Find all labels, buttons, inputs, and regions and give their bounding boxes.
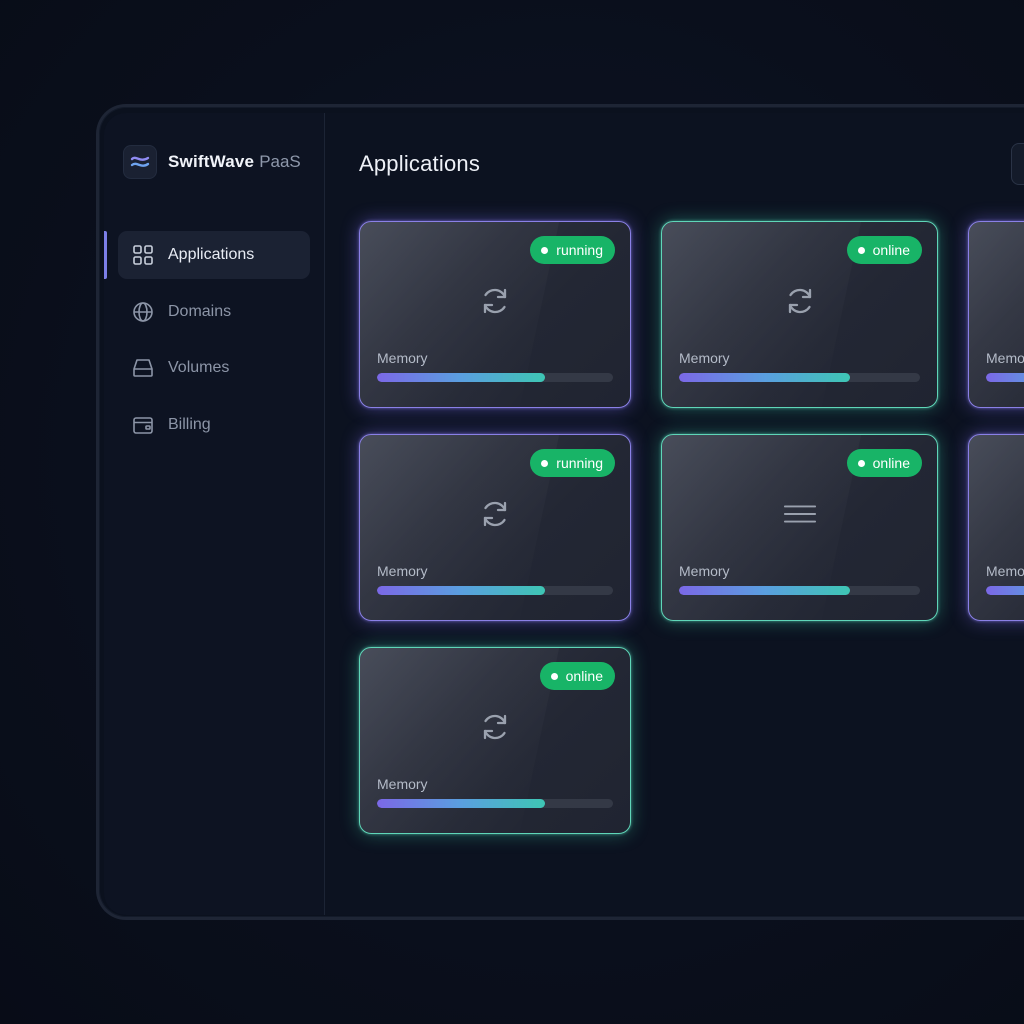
app-window: SwiftWave PaaS Applications Domains Volu…	[104, 113, 1024, 915]
memory-progress-bar	[679, 586, 920, 595]
memory-progress-bar	[679, 373, 920, 382]
globe-icon	[131, 300, 155, 324]
status-dot	[857, 246, 865, 254]
memory-progress-fill	[986, 373, 1024, 382]
grid-icon	[131, 243, 155, 267]
status-text: online	[872, 242, 910, 258]
refresh-icon	[783, 284, 817, 318]
memory-progress-fill	[679, 373, 851, 382]
sidebar-item-applications[interactable]: Applications	[118, 231, 310, 279]
refresh-icon	[478, 497, 512, 531]
memory-label: Memory	[377, 350, 428, 366]
app-card[interactable]: online Memory	[359, 647, 631, 834]
active-nav-indicator	[104, 231, 107, 279]
app-card[interactable]: Memo	[968, 434, 1024, 621]
memory-label: Memory	[679, 350, 730, 366]
memory-progress-fill	[679, 586, 851, 595]
memory-label: Memory	[377, 776, 428, 792]
sidebar: SwiftWave PaaS Applications Domains Volu…	[104, 113, 325, 915]
sidebar-item-label: Domains	[168, 302, 232, 320]
sidebar-item-billing[interactable]: Billing	[118, 401, 310, 449]
status-text: online	[565, 668, 603, 684]
app-card[interactable]: online Memory	[661, 221, 938, 408]
memory-progress-fill	[377, 799, 545, 808]
sidebar-nav: Applications Domains Volumes Billing	[118, 231, 310, 457]
memory-progress-bar	[986, 586, 1024, 595]
memory-progress-bar	[377, 799, 613, 808]
memory-label: Memory	[377, 563, 428, 579]
header-action-button[interactable]	[1011, 143, 1024, 185]
status-text: running	[556, 242, 603, 258]
memory-label: Memo	[986, 563, 1024, 579]
page-title: Applications	[359, 151, 481, 176]
status-text: online	[872, 455, 910, 471]
sidebar-item-label: Volumes	[168, 359, 230, 376]
background: SwiftWave PaaS Applications Domains Volu…	[0, 0, 1024, 1024]
memory-label: Memory	[679, 563, 730, 579]
memory-progress-fill	[377, 586, 545, 595]
status-badge: running	[530, 236, 615, 264]
main-content: Applications running Memory online Memory Me…	[325, 113, 1024, 915]
brand-suffix: PaaS	[259, 152, 301, 171]
status-dot	[857, 459, 865, 467]
status-text: running	[556, 455, 603, 471]
app-card[interactable]: running Memory	[359, 221, 631, 408]
menu-icon	[783, 497, 817, 531]
app-card[interactable]: Memo	[968, 221, 1024, 408]
status-dot	[550, 672, 558, 680]
wallet-icon	[131, 413, 155, 437]
sidebar-item-label: Applications	[168, 246, 255, 263]
sidebar-item-label: Billing	[168, 415, 211, 433]
memory-label: Memo	[986, 350, 1024, 366]
refresh-icon	[478, 284, 512, 318]
status-badge: online	[539, 662, 615, 690]
status-badge: online	[846, 236, 922, 264]
refresh-icon	[478, 710, 512, 744]
sidebar-item-volumes[interactable]: Volumes	[118, 344, 310, 392]
memory-progress-fill	[377, 373, 545, 382]
status-dot	[541, 459, 549, 467]
memory-progress-fill	[986, 586, 1024, 595]
memory-progress-bar	[377, 586, 613, 595]
status-dot	[541, 246, 549, 254]
memory-progress-bar	[986, 373, 1024, 382]
status-badge: running	[530, 449, 615, 477]
app-card[interactable]: online Memory	[661, 434, 938, 621]
sidebar-item-domains[interactable]: Domains	[118, 288, 310, 336]
brand[interactable]: SwiftWave PaaS	[123, 145, 301, 179]
memory-progress-bar	[377, 373, 613, 382]
app-card[interactable]: running Memory	[359, 434, 631, 621]
brand-name: SwiftWave	[168, 152, 255, 171]
drive-icon	[131, 356, 155, 380]
status-badge: online	[846, 449, 922, 477]
wave-logo-icon	[123, 145, 157, 179]
